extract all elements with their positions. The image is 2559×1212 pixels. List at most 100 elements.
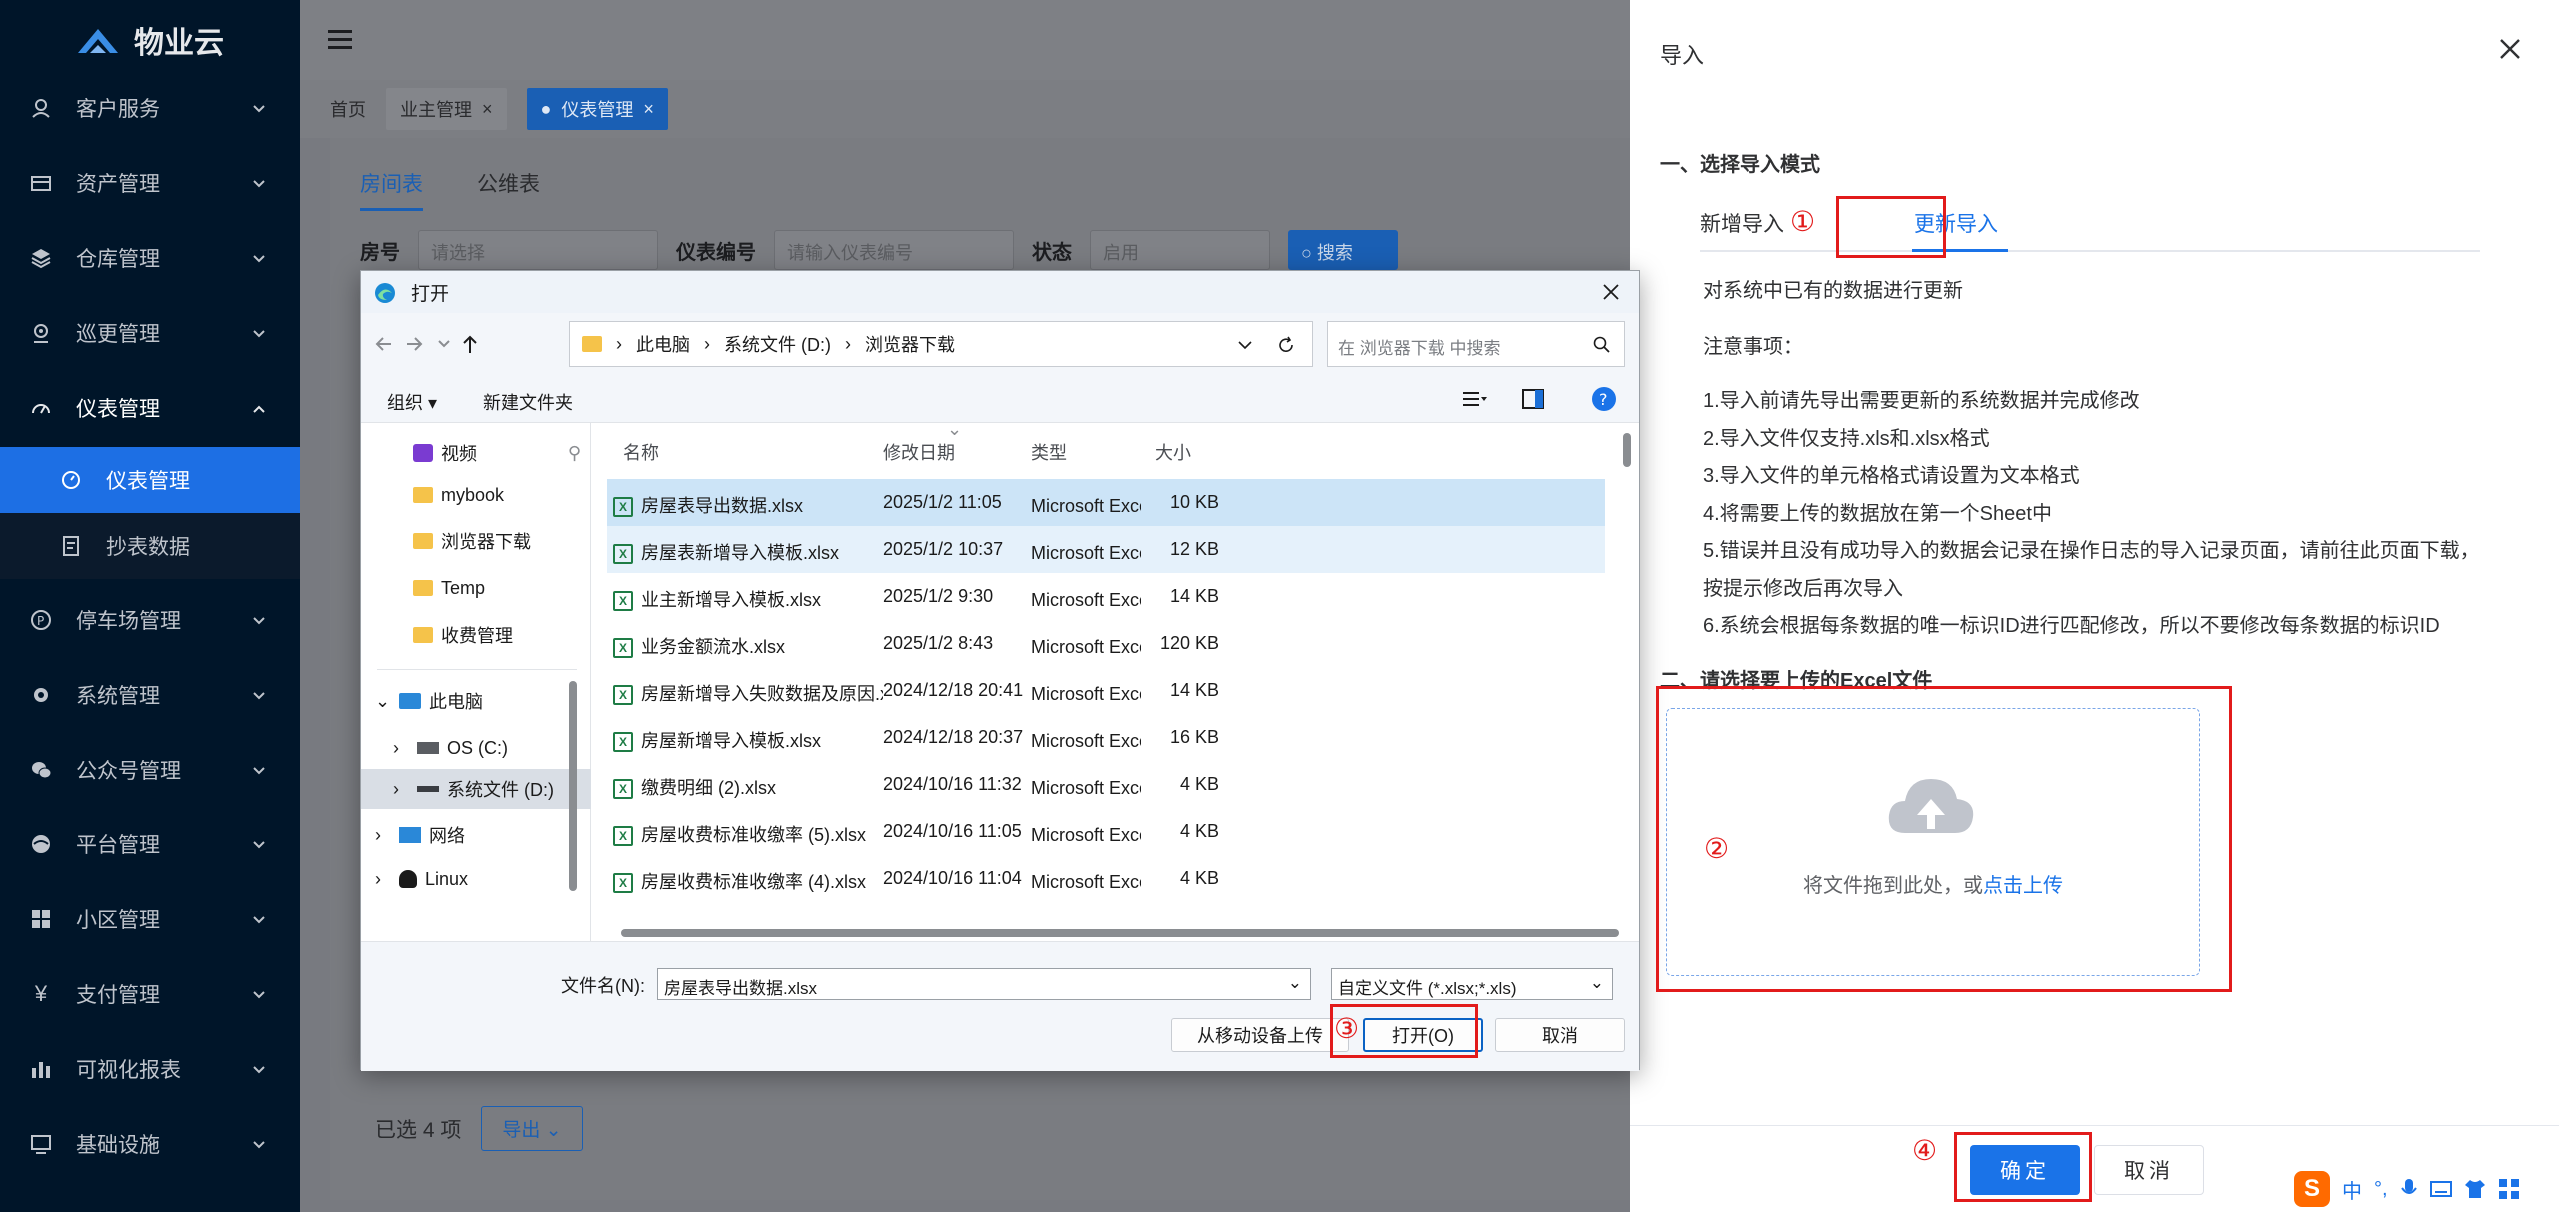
chevron-right-icon[interactable]: › bbox=[375, 825, 391, 846]
file-row[interactable]: X 房屋新增导入模板.xlsx 2024/12/18 20:37 Microsoft … bbox=[607, 714, 1605, 761]
file-list-scrollbar[interactable] bbox=[1623, 429, 1633, 935]
sidebar-item-patrol[interactable]: 巡更管理 bbox=[0, 297, 300, 369]
grid-menu-icon[interactable] bbox=[2498, 1178, 2520, 1200]
sidebar-item-infrastructure[interactable]: 基础设施 bbox=[0, 1108, 300, 1180]
note-item: 5.错误并且没有成功导入的数据会记录在操作日志的导入记录页面，请前往此页面下载，… bbox=[1703, 540, 2480, 600]
search-button[interactable]: ○ 搜索 bbox=[1288, 230, 1398, 270]
sidebar-item-payment[interactable]: ¥ 支付管理 bbox=[0, 958, 300, 1030]
close-icon[interactable] bbox=[2497, 36, 2523, 62]
status-select[interactable]: 启用 bbox=[1090, 230, 1270, 270]
annotation-box-update-import bbox=[1836, 196, 1946, 258]
ime-punctuation[interactable]: °, bbox=[2374, 1178, 2388, 1201]
export-button[interactable]: 导出 ⌄ bbox=[481, 1106, 583, 1151]
organize-button[interactable]: 组织 ▾ bbox=[387, 389, 437, 415]
file-row[interactable]: X 房屋表导出数据.xlsx 2025/1/2 11:05 Microsoft Exc… bbox=[607, 479, 1605, 526]
nav-mybook[interactable]: mybook bbox=[361, 475, 591, 515]
col-date[interactable]: 修改日期 bbox=[883, 439, 955, 465]
mobile-upload-button[interactable]: 从移动设备上传 bbox=[1171, 1018, 1349, 1052]
chevron-right-icon[interactable]: › bbox=[375, 869, 391, 890]
recent-locations-chevron-icon[interactable] bbox=[431, 331, 457, 357]
filename-input[interactable]: 房屋表导出数据.xlsx ⌄ bbox=[657, 968, 1311, 1000]
nav-fee-management[interactable]: 收费管理 bbox=[361, 615, 591, 655]
refresh-icon[interactable] bbox=[1276, 335, 1296, 355]
address-bar[interactable]: › 此电脑 › 系统文件 (D:) › 浏览器下载 bbox=[569, 321, 1313, 367]
tab-public-table[interactable]: 公维表 bbox=[477, 168, 540, 211]
file-name-cell: X 业务金额流水.xlsx bbox=[613, 633, 883, 659]
file-row[interactable]: X 房屋表新增导入模板.xlsx 2025/1/2 10:37 Microsoft E… bbox=[607, 526, 1605, 573]
nav-downloads[interactable]: 浏览器下载 bbox=[361, 521, 591, 561]
sidebar-item-community[interactable]: 小区管理 bbox=[0, 883, 300, 955]
sidebar-item-system[interactable]: 系统管理 bbox=[0, 659, 300, 731]
nav-network[interactable]: › 网络 bbox=[361, 815, 591, 855]
chevron-down-icon[interactable]: ⌄ bbox=[1288, 973, 1302, 993]
file-list-hscrollbar[interactable] bbox=[621, 929, 1619, 937]
view-options-icon[interactable] bbox=[1461, 387, 1487, 411]
dialog-search-input[interactable]: 在 浏览器下载 中搜索 bbox=[1327, 321, 1625, 367]
tab-owner-management[interactable]: 业主管理 × bbox=[386, 88, 507, 130]
nav-this-pc[interactable]: ⌄ 此电脑 bbox=[361, 681, 591, 721]
crumb-drive-d[interactable]: 系统文件 (D:) bbox=[724, 331, 831, 357]
close-icon[interactable] bbox=[1599, 280, 1623, 304]
sidebar-item-wechat[interactable]: 公众号管理 bbox=[0, 734, 300, 806]
col-name[interactable]: 名称 bbox=[623, 439, 659, 465]
sidebar-subitem-reading-data[interactable]: 抄表数据 bbox=[0, 513, 300, 580]
tab-meter-management[interactable]: ● 仪表管理 × bbox=[526, 88, 668, 130]
meter-input[interactable]: 请输入仪表编号 bbox=[774, 230, 1014, 270]
nav-video[interactable]: 视频 ⚲ bbox=[361, 433, 591, 473]
keyboard-icon[interactable] bbox=[2429, 1180, 2452, 1198]
dialog-cancel-button[interactable]: 取消 bbox=[1495, 1018, 1625, 1052]
sidebar-item-platform[interactable]: 平台管理 bbox=[0, 808, 300, 880]
col-type[interactable]: 类型 bbox=[1031, 439, 1067, 465]
nav-drive-c[interactable]: › OS (C:) bbox=[361, 728, 591, 768]
sidebar-item-parking[interactable]: P 停车场管理 bbox=[0, 584, 300, 656]
chevron-right-icon[interactable]: › bbox=[393, 738, 409, 759]
sidebar-item-label: 公众号管理 bbox=[76, 759, 181, 783]
chevron-right-icon[interactable]: › bbox=[393, 779, 409, 800]
microphone-icon[interactable] bbox=[2400, 1178, 2418, 1200]
nav-temp[interactable]: Temp bbox=[361, 568, 591, 608]
filetype-select[interactable]: 自定义文件 (*.xlsx;*.xls) ⌄ bbox=[1331, 968, 1613, 1000]
new-folder-button[interactable]: 新建文件夹 bbox=[483, 389, 573, 415]
file-row[interactable]: X 业务金额流水.xlsx 2025/1/2 8:43 Microsoft Excel… bbox=[607, 620, 1605, 667]
nav-label: 收费管理 bbox=[441, 626, 513, 646]
tab-room-table[interactable]: 房间表 bbox=[360, 168, 423, 211]
skin-shirt-icon[interactable] bbox=[2464, 1178, 2486, 1200]
sidebar-subitem-meter-management[interactable]: 仪表管理 bbox=[0, 446, 300, 513]
chevron-down-icon[interactable]: ⌄ bbox=[375, 691, 391, 712]
crumb-downloads[interactable]: 浏览器下载 bbox=[865, 331, 955, 357]
file-name-cell: X 房屋表导出数据.xlsx bbox=[613, 492, 883, 518]
ime-chinese-mode[interactable]: 中 bbox=[2342, 1175, 2362, 1204]
preview-pane-icon[interactable] bbox=[1521, 387, 1545, 411]
up-arrow-icon[interactable] bbox=[457, 331, 483, 357]
scroll-thumb[interactable] bbox=[1623, 433, 1631, 467]
file-row[interactable]: X 缴费明细 (2).xlsx 2024/10/16 11:32 Microsoft … bbox=[607, 761, 1605, 808]
file-row[interactable]: X 房屋收费标准收缴率 (5).xlsx 2024/10/16 11:05 Micro… bbox=[607, 808, 1605, 855]
nav-linux[interactable]: › Linux bbox=[361, 859, 591, 899]
close-icon[interactable]: × bbox=[643, 99, 654, 120]
help-icon[interactable]: ? bbox=[1591, 386, 1617, 412]
chevron-down-icon[interactable]: ⌄ bbox=[1590, 973, 1604, 993]
crumb-this-pc[interactable]: 此电脑 bbox=[636, 331, 690, 357]
menu-toggle-icon[interactable] bbox=[328, 28, 352, 50]
close-icon[interactable]: × bbox=[482, 99, 493, 120]
file-row[interactable]: X 业主新增导入模板.xlsx 2025/1/2 9:30 Microsoft Exc… bbox=[607, 573, 1605, 620]
file-row[interactable]: X 房屋新增导入失败数据及原因.xlsx2024/12/18 20:41 Micro… bbox=[607, 667, 1605, 714]
cancel-button[interactable]: 取消 bbox=[2094, 1145, 2204, 1195]
room-select[interactable]: 请选择 bbox=[418, 230, 658, 270]
chevron-down-icon[interactable] bbox=[1236, 336, 1254, 354]
sidebar-item-reports[interactable]: 可视化报表 bbox=[0, 1033, 300, 1105]
annotation-marker-2: ② bbox=[1704, 833, 1730, 864]
nav-scrollbar[interactable] bbox=[569, 681, 577, 891]
tab-new-import[interactable]: 新增导入 bbox=[1700, 208, 1784, 238]
back-arrow-icon[interactable] bbox=[371, 331, 397, 357]
tab-home[interactable]: 首页 bbox=[330, 96, 366, 122]
sidebar-item-warehouse[interactable]: 仓库管理 bbox=[0, 222, 300, 294]
nav-drive-d[interactable]: › 系统文件 (D:) bbox=[361, 769, 591, 809]
sogou-ime-icon[interactable]: S bbox=[2294, 1171, 2330, 1207]
col-size[interactable]: 大小 bbox=[1155, 439, 1191, 465]
file-row[interactable]: X 房屋收费标准收缴率 (4).xlsx 2024/10/16 11:04 Micro… bbox=[607, 855, 1605, 902]
sidebar-item-customer-service[interactable]: 客户服务 bbox=[0, 72, 300, 144]
sidebar-item-assets[interactable]: 资产管理 bbox=[0, 147, 300, 219]
sidebar-item-meter[interactable]: 仪表管理 bbox=[0, 372, 300, 444]
forward-arrow-icon[interactable] bbox=[401, 331, 427, 357]
